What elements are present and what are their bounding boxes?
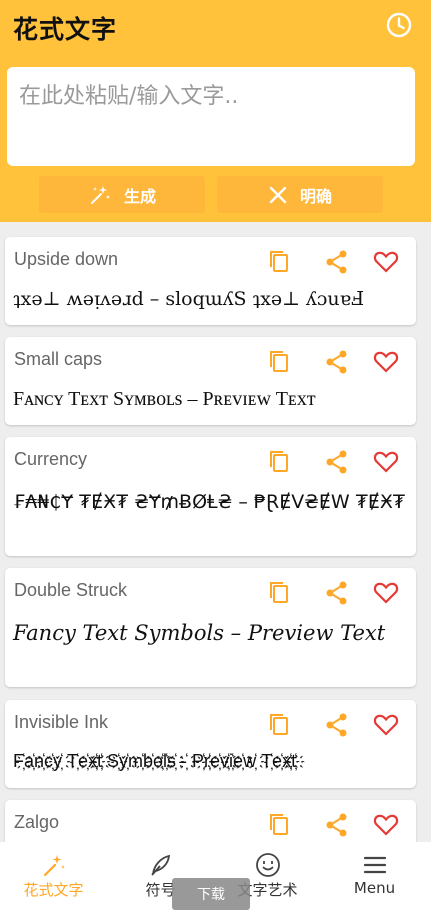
sparkle-wand-icon (90, 185, 110, 204)
heart-icon[interactable] (373, 580, 399, 606)
heart-icon[interactable] (373, 349, 399, 375)
share-icon[interactable] (324, 249, 350, 275)
card-preview-text: F҉a҉n҉c҉y҉ T҉e҉x҉t҉ S҉y҉m҉b҉o҉l҉s҉ -҉ P҉… (13, 751, 297, 771)
card-preview-text: Fᴀɴᴄʏ Tᴇxᴛ Sʏᴍʙᴏʟs – Pʀᴇᴠɪᴇᴡ Tᴇxᴛ (13, 388, 316, 410)
copy-icon[interactable] (267, 580, 293, 606)
copy-icon[interactable] (267, 349, 293, 375)
generate-label: 生成 (123, 186, 156, 206)
copy-icon[interactable] (267, 249, 293, 275)
text-input-area[interactable]: 在此处粘贴/输入文字.. (7, 67, 415, 166)
nav-item-menu[interactable]: Menu (321, 842, 428, 911)
generate-button[interactable]: 生成 (39, 176, 205, 213)
heart-icon[interactable] (373, 249, 399, 275)
feather-icon (150, 854, 170, 876)
card-label: Currency (14, 449, 88, 469)
share-icon[interactable] (324, 449, 350, 475)
heart-icon[interactable] (373, 449, 399, 475)
share-icon[interactable] (324, 349, 350, 375)
nav-item-fancy-text[interactable]: 花式文字 (0, 842, 107, 911)
style-card-currency[interactable]: Currency ₣₳₦₵Ɏ ₮ɆӾ₮ ₴Ɏ₥ɃØⱠ₴ – ₱ⱤɆV₴ɆW ₮Ɇ… (5, 437, 416, 556)
magic-wand-icon (43, 855, 65, 877)
card-label: Invisible Ink (14, 712, 109, 732)
heart-icon[interactable] (373, 812, 399, 838)
nav-label: Menu (353, 879, 396, 897)
clear-button[interactable]: 明确 (217, 176, 383, 213)
smiley-icon (255, 853, 280, 877)
style-card-small-caps[interactable]: Small caps Fᴀɴᴄʏ Tᴇxᴛ Sʏᴍʙᴏʟs – Pʀᴇᴠɪᴇᴡ … (5, 337, 416, 425)
heart-icon[interactable] (373, 712, 399, 738)
style-card-upside-down[interactable]: Upside down ʇxǝ⊥ ʍǝᴉʌǝɹd – sloqɯʎS ʇxǝ⊥ … (5, 237, 416, 325)
card-label: Double Struck (14, 580, 128, 600)
copy-icon[interactable] (267, 812, 293, 838)
close-icon (269, 186, 287, 203)
share-icon[interactable] (324, 712, 350, 738)
card-label: Upside down (14, 249, 119, 269)
copy-icon[interactable] (267, 449, 293, 475)
hamburger-icon (363, 856, 386, 874)
share-icon[interactable] (324, 580, 350, 606)
card-preview-text: ʇxǝ⊥ ʍǝᴉʌǝɹd – sloqɯʎS ʇxǝ⊥ ʎɔuɐℲ (13, 288, 365, 310)
input-placeholder: 在此处粘贴/输入文字.. (19, 84, 239, 109)
copy-icon[interactable] (267, 712, 293, 738)
card-preview-text: Fancy Text Symbols – Preview Text (13, 621, 386, 645)
card-label: Small caps (14, 349, 103, 369)
card-label: Zalgo (14, 812, 60, 832)
style-card-invisible-ink[interactable]: Invisible Ink F҉a҉n҉c҉y҉ T҉e҉x҉t҉ S҉y҉m҉… (5, 700, 416, 788)
share-icon[interactable] (324, 812, 350, 838)
app-title: 花式文字 (13, 15, 118, 44)
history-clock-icon[interactable] (386, 12, 412, 38)
clear-label: 明确 (299, 186, 332, 206)
app-header: 花式文字 在此处粘贴/输入文字.. 生成 明确 (0, 0, 431, 222)
nav-label: 花式文字 (23, 881, 84, 899)
card-preview-text: ₣₳₦₵Ɏ ₮ɆӾ₮ ₴Ɏ₥ɃØⱠ₴ – ₱ⱤɆV₴ɆW ₮ɆӾ₮ (13, 491, 405, 513)
style-card-double-struck[interactable]: Double Struck Fancy Text Symbols – Previ… (5, 568, 416, 687)
download-overlay-button[interactable]: 下载 (172, 878, 250, 910)
